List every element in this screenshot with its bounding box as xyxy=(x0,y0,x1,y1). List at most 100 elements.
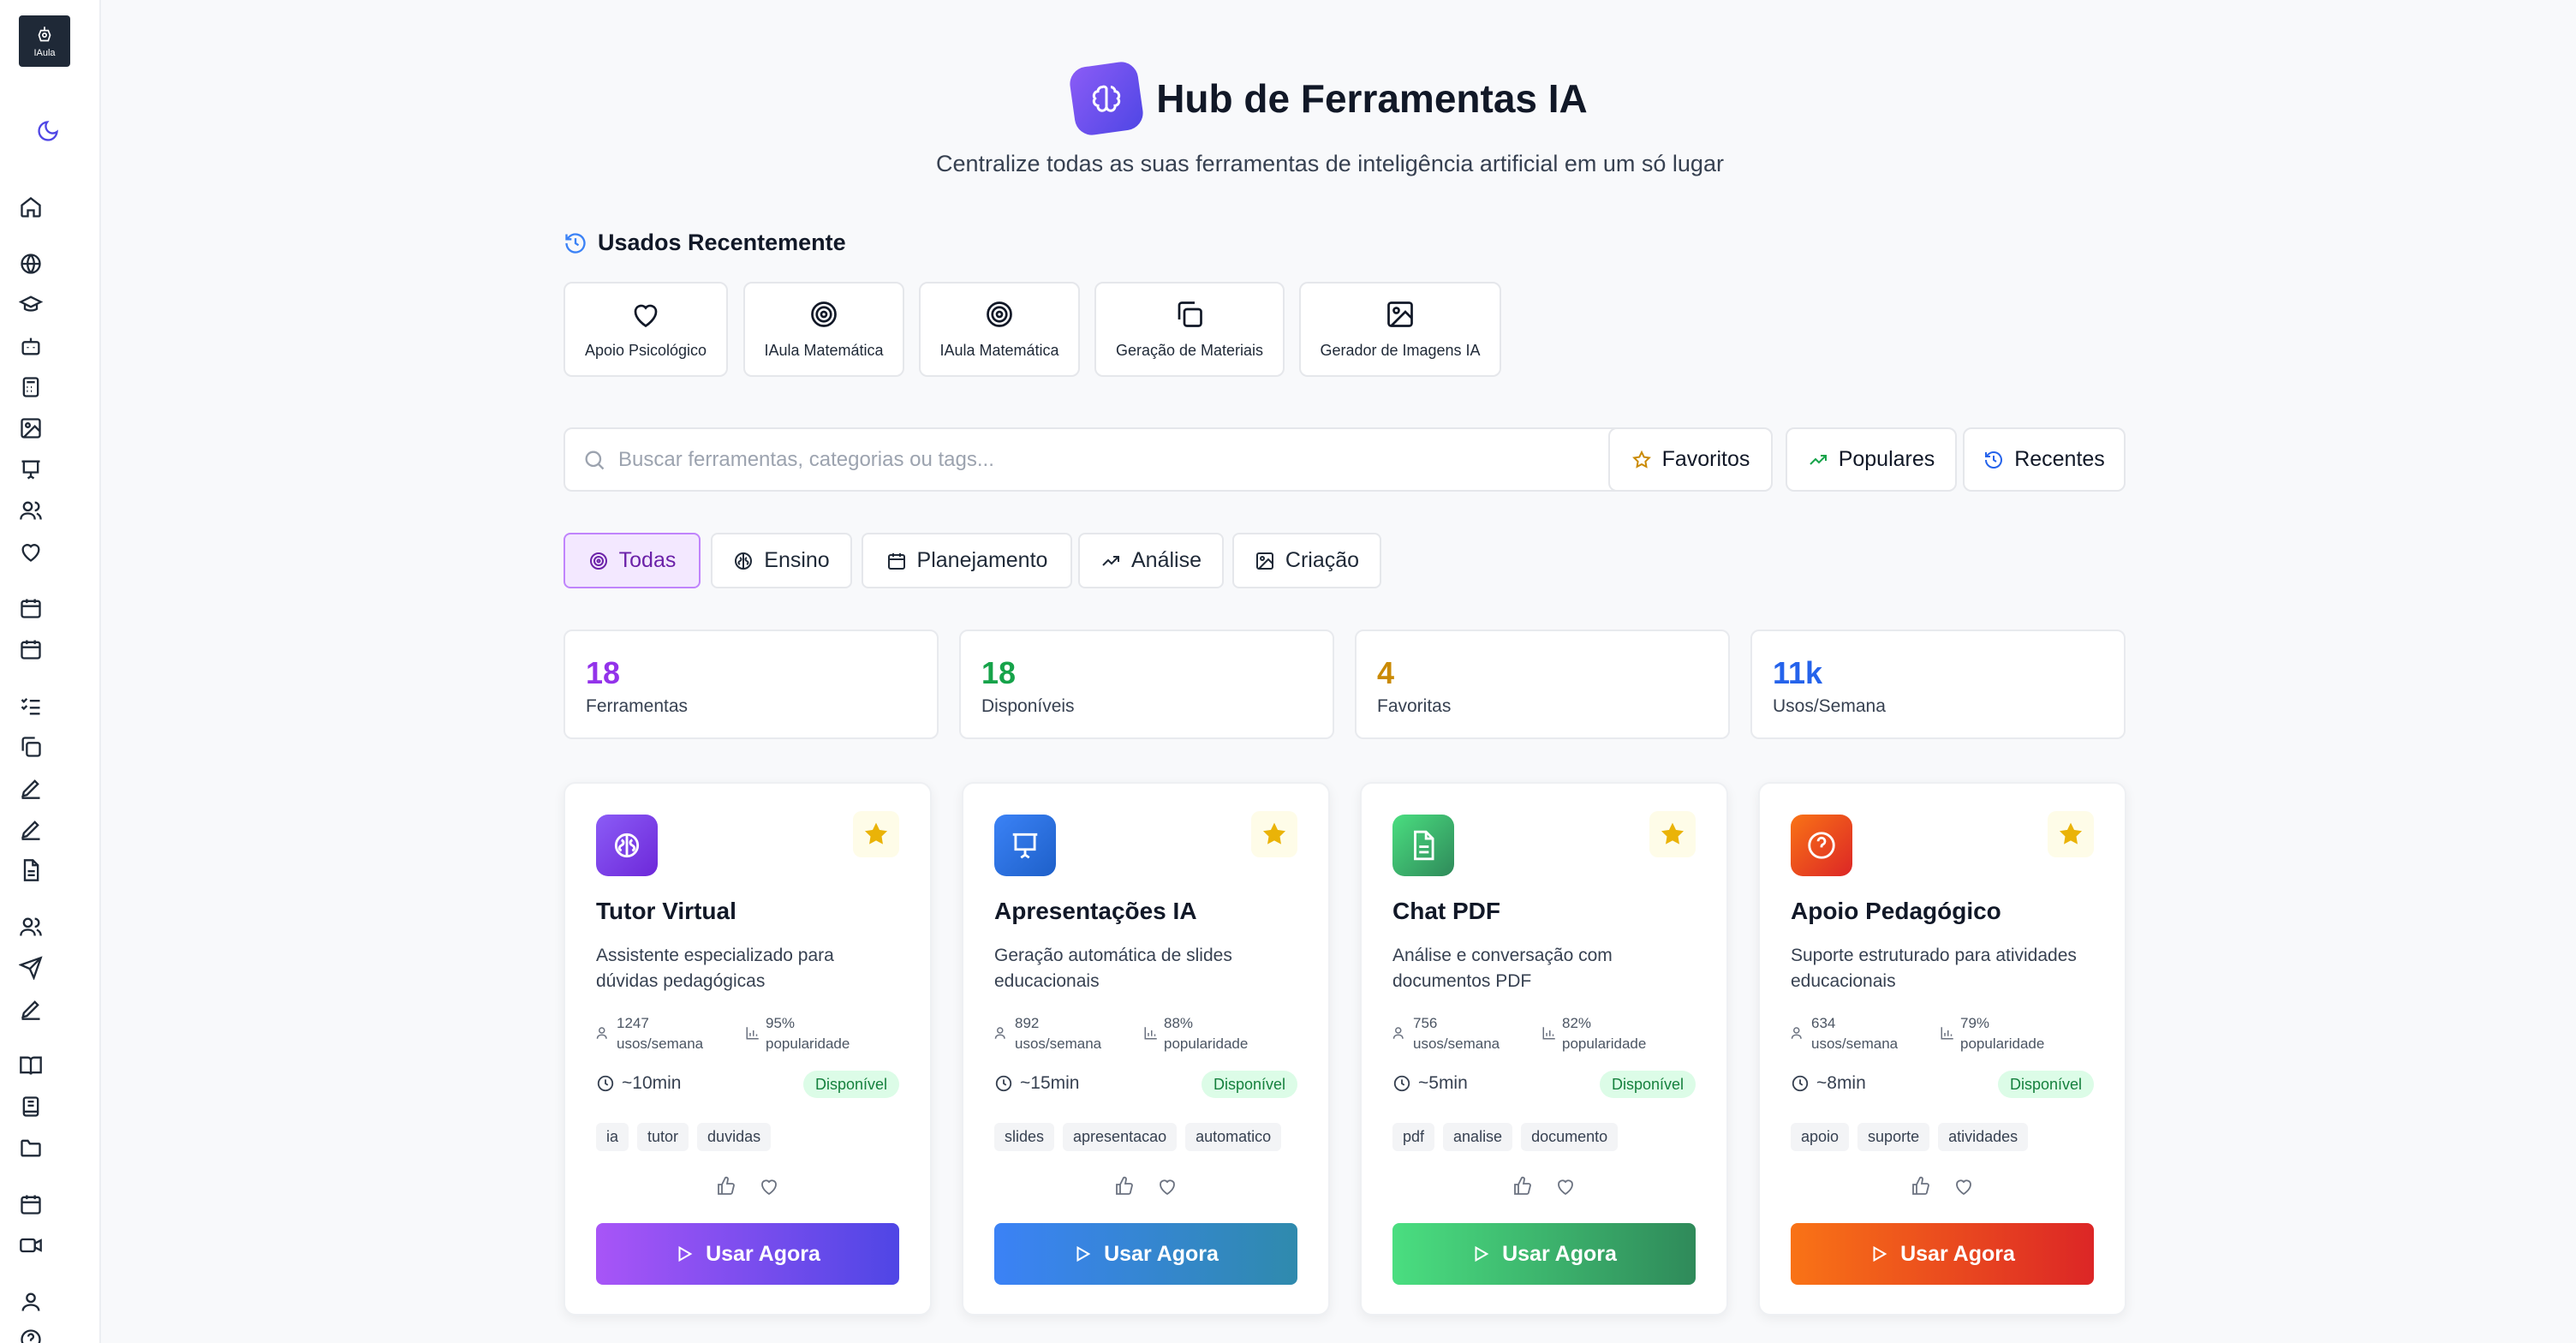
calendar-icon[interactable] xyxy=(17,1191,45,1218)
heart-icon[interactable] xyxy=(759,1176,779,1197)
page-subtitle: Centralize todas as suas ferramentas de … xyxy=(936,151,1724,176)
tag-list: slides apresentacao automatico xyxy=(994,1123,1282,1151)
file-text-icon[interactable] xyxy=(17,857,45,884)
tag[interactable]: slides xyxy=(994,1123,1055,1151)
app-logo[interactable]: IAula xyxy=(19,15,70,67)
pen-icon[interactable] xyxy=(17,995,45,1023)
favorites-filter-button[interactable]: Favoritos xyxy=(1608,427,1773,492)
tag[interactable]: apoio xyxy=(1791,1123,1850,1151)
tab-ensino[interactable]: Ensino xyxy=(711,533,852,588)
calendar-icon[interactable] xyxy=(17,594,45,622)
tag[interactable]: ia xyxy=(596,1123,629,1151)
tag[interactable]: automatico xyxy=(1185,1123,1282,1151)
user-icon[interactable] xyxy=(17,1288,45,1316)
tool-title: Apresentações IA xyxy=(994,898,1197,924)
users-icon xyxy=(596,1027,607,1039)
tag[interactable]: documento xyxy=(1521,1123,1619,1151)
favorite-toggle[interactable] xyxy=(2048,811,2094,857)
presentation-icon[interactable] xyxy=(17,456,45,483)
bot-icon[interactable] xyxy=(17,332,45,360)
tag[interactable]: tutor xyxy=(637,1123,689,1151)
popular-filter-button[interactable]: Populares xyxy=(1786,427,1957,492)
thumbs-up-icon[interactable] xyxy=(716,1176,736,1197)
duration: ~5min xyxy=(1392,1073,1468,1094)
graduation-cap-icon[interactable] xyxy=(17,291,45,319)
target-icon xyxy=(589,552,607,570)
home-icon[interactable] xyxy=(17,194,45,221)
thumbs-up-icon[interactable] xyxy=(1114,1176,1135,1197)
pen-icon[interactable] xyxy=(17,774,45,802)
history-icon xyxy=(1985,451,2003,469)
bar-chart-icon xyxy=(746,1027,759,1040)
favorite-toggle[interactable] xyxy=(1251,811,1297,857)
copy-icon[interactable] xyxy=(17,733,45,761)
use-now-button[interactable]: Usar Agora xyxy=(994,1223,1297,1285)
globe-icon[interactable] xyxy=(17,250,45,278)
thumbs-up-icon[interactable] xyxy=(1911,1176,1931,1197)
video-icon[interactable] xyxy=(17,1232,45,1259)
heart-icon[interactable] xyxy=(17,538,45,565)
duration: ~15min xyxy=(994,1073,1079,1094)
image-icon[interactable] xyxy=(17,415,45,442)
calendar-icon[interactable] xyxy=(17,636,45,663)
list-check-icon[interactable] xyxy=(17,692,45,719)
stat-value: 4 xyxy=(1377,655,1395,690)
use-now-button[interactable]: Usar Agora xyxy=(1392,1223,1696,1285)
folder-icon[interactable] xyxy=(17,1134,45,1161)
moon-icon[interactable] xyxy=(34,117,62,145)
bar-chart-icon xyxy=(1144,1027,1157,1040)
tag[interactable]: pdf xyxy=(1392,1123,1435,1151)
tab-criacao[interactable]: Criação xyxy=(1232,533,1381,588)
heart-icon[interactable] xyxy=(1555,1176,1576,1197)
star-icon xyxy=(1661,822,1685,845)
book-open-icon[interactable] xyxy=(17,1052,45,1079)
status-badge: Disponível xyxy=(802,1071,899,1098)
tab-analise[interactable]: Análise xyxy=(1078,533,1224,588)
recent-item[interactable]: IAula Matemática xyxy=(743,282,904,377)
heart-icon[interactable] xyxy=(1157,1176,1178,1197)
clock-icon xyxy=(1792,1075,1809,1092)
tag[interactable]: atividades xyxy=(1938,1123,2029,1151)
pen-icon[interactable] xyxy=(17,815,45,843)
image-icon xyxy=(1387,301,1413,327)
tag[interactable]: apresentacao xyxy=(1063,1123,1178,1151)
tag[interactable]: suporte xyxy=(1857,1123,1930,1151)
tag-list: apoio suporte atividades xyxy=(1791,1123,2029,1151)
favorite-toggle[interactable] xyxy=(853,811,899,857)
tab-todas[interactable]: Todas xyxy=(564,533,701,588)
users-icon[interactable] xyxy=(17,913,45,940)
calculator-icon[interactable] xyxy=(17,373,45,401)
heart-icon[interactable] xyxy=(1953,1176,1974,1197)
uses-metric: 892 usos/semana xyxy=(994,1013,1101,1054)
notebook-icon[interactable] xyxy=(17,1093,45,1120)
search-input[interactable] xyxy=(618,447,1646,472)
use-now-button[interactable]: Usar Agora xyxy=(1791,1223,2094,1285)
recent-item[interactable]: Gerador de Imagens IA xyxy=(1299,282,1501,377)
tag[interactable]: duvidas xyxy=(697,1123,772,1151)
trending-up-icon xyxy=(1102,555,1119,566)
tool-card-apoio-pedagogico: Apoio Pedagógico Suporte estruturado par… xyxy=(1758,782,2126,1316)
recent-item[interactable]: Geração de Materiais xyxy=(1094,282,1285,377)
brain-icon xyxy=(735,552,753,570)
users-icon[interactable] xyxy=(17,497,45,524)
use-now-button[interactable]: Usar Agora xyxy=(596,1223,899,1285)
presentation-icon xyxy=(994,815,1056,876)
play-icon xyxy=(1076,1245,1091,1262)
star-icon xyxy=(864,822,888,845)
reactions xyxy=(1362,1176,1726,1197)
tab-planejamento[interactable]: Planejamento xyxy=(862,533,1072,588)
calendar-icon xyxy=(887,552,905,570)
stat-card-tools: 18 Ferramentas xyxy=(564,630,939,739)
stat-value: 18 xyxy=(586,655,621,690)
stat-card-available: 18 Disponíveis xyxy=(959,630,1334,739)
help-icon[interactable] xyxy=(17,1326,45,1343)
send-icon[interactable] xyxy=(17,954,45,982)
recent-item[interactable]: Apoio Psicológico xyxy=(564,282,728,377)
thumbs-up-icon[interactable] xyxy=(1512,1176,1533,1197)
logo-icon xyxy=(38,27,51,42)
tag[interactable]: analise xyxy=(1443,1123,1513,1151)
recent-item[interactable]: IAula Matemática xyxy=(919,282,1080,377)
uses-metric: 634 usos/semana xyxy=(1791,1013,1898,1054)
recent-filter-button[interactable]: Recentes xyxy=(1963,427,2126,492)
favorite-toggle[interactable] xyxy=(1649,811,1696,857)
